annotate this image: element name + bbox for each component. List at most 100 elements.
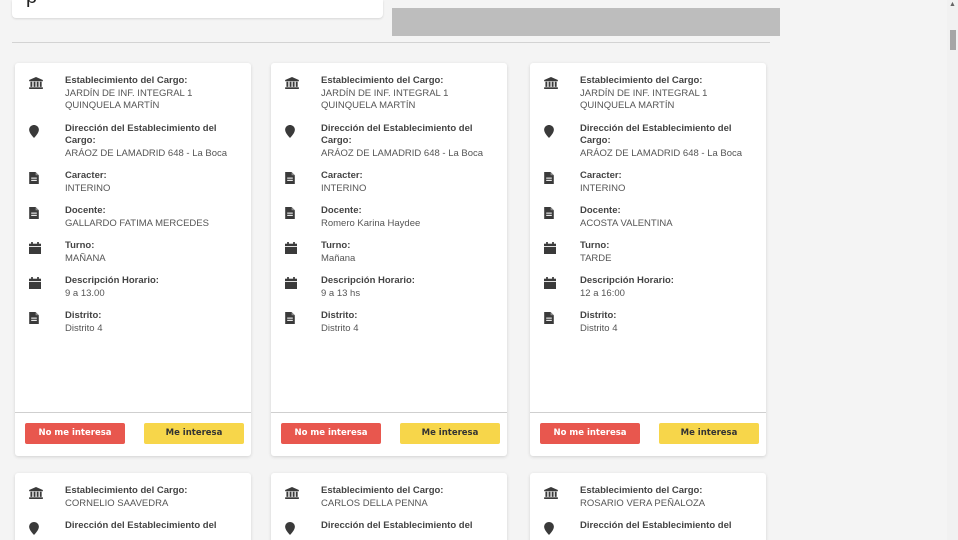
file-icon [285,207,301,219]
vertical-scrollbar[interactable]: ▲ [947,0,958,540]
field-direccion: Dirección del Establecimiento del [25,520,241,535]
label-direccion: Dirección del Establecimiento del [580,520,732,531]
search-text: p [26,0,37,9]
building-icon [544,487,560,499]
label-descripcion: Descripción Horario: [580,275,674,286]
location-pin-icon [544,125,560,138]
field-distrito: Distrito: Distrito 4 [25,310,241,335]
label-establecimiento: Establecimiento del Cargo: [321,75,444,86]
location-pin-icon [544,522,560,535]
no-me-interesa-button[interactable]: No me interesa [281,423,381,444]
scroll-up-arrow-icon[interactable]: ▲ [949,1,956,9]
location-pin-icon [285,522,301,535]
gray-banner [392,8,780,36]
card-3: Establecimiento del Cargo: JARDÍN DE INF.… [530,63,766,456]
field-direccion: Dirección del Establecimiento del Cargo:… [540,123,756,161]
value-turno: TARDE [580,252,612,264]
field-turno: Turno: Mañana [281,240,497,265]
file-icon [29,207,45,219]
divider [12,42,770,43]
field-descripcion: Descripción Horario: 9 a 13.00 [25,275,241,300]
value-establecimiento: JARDÍN DE INF. INTEGRAL 1 QUINQUELA MART… [580,87,708,112]
field-descripcion: Descripción Horario: 9 a 13 hs [281,275,497,300]
me-interesa-button[interactable]: Me interesa [144,423,244,444]
calendar-icon [285,242,301,254]
card-6: Establecimiento del Cargo: ROSARIO VERA P… [530,473,766,540]
label-caracter: Caracter: [580,170,622,181]
field-caracter: Caracter: INTERINO [540,170,756,195]
label-direccion: Dirección del Establecimiento del [65,520,217,531]
label-distrito: Distrito: [580,310,617,321]
file-icon [29,172,45,184]
field-direccion: Dirección del Establecimiento del [281,520,497,535]
value-direccion: ARÁOZ DE LAMADRID 648 - La Boca [65,147,228,159]
label-establecimiento: Establecimiento del Cargo: [65,75,188,86]
file-icon [544,172,560,184]
calendar-icon [29,242,45,254]
label-establecimiento: Establecimiento del Cargo: [580,485,703,496]
value-caracter: INTERINO [321,182,367,194]
calendar-icon [29,277,45,289]
no-me-interesa-button[interactable]: No me interesa [25,423,125,444]
label-direccion: Dirección del Establecimiento del [321,520,473,531]
card-1: Establecimiento del Cargo: JARDÍN DE INF.… [15,63,251,456]
file-icon [544,312,560,324]
card-5: Establecimiento del Cargo: CARLOS DELLA P… [271,473,507,540]
file-icon [544,207,560,219]
label-distrito: Distrito: [65,310,102,321]
field-direccion: Dirección del Establecimiento del [540,520,756,535]
field-establecimiento: Establecimiento del Cargo: JARDÍN DE INF.… [540,75,756,113]
value-turno: MAÑANA [65,252,106,264]
label-establecimiento: Establecimiento del Cargo: [65,485,188,496]
value-distrito: Distrito 4 [580,322,618,334]
value-establecimiento: ROSARIO VERA PEÑALOZA [580,497,706,509]
value-establecimiento: JARDÍN DE INF. INTEGRAL 1 QUINQUELA MART… [321,87,449,112]
field-caracter: Caracter: INTERINO [281,170,497,195]
no-me-interesa-button[interactable]: No me interesa [540,423,640,444]
value-descripcion: 9 a 13 hs [321,287,361,299]
label-establecimiento: Establecimiento del Cargo: [321,485,444,496]
file-icon [285,172,301,184]
field-descripcion: Descripción Horario: 12 a 16:00 [540,275,756,300]
value-descripcion: 9 a 13.00 [65,287,105,299]
calendar-icon [544,277,560,289]
value-direccion: ARÁOZ DE LAMADRID 648 - La Boca [321,147,484,159]
field-establecimiento: Establecimiento del Cargo: JARDÍN DE INF.… [281,75,497,113]
label-descripcion: Descripción Horario: [321,275,415,286]
field-caracter: Caracter: INTERINO [25,170,241,195]
label-distrito: Distrito: [321,310,358,321]
building-icon [29,77,45,89]
field-docente: Docente: ACOSTA VALENTINA [540,205,756,230]
value-establecimiento: CARLOS DELLA PENNA [321,497,428,509]
search-box[interactable]: p [12,0,383,18]
location-pin-icon [285,125,301,138]
me-interesa-button[interactable]: Me interesa [659,423,759,444]
me-interesa-button[interactable]: Me interesa [400,423,500,444]
location-pin-icon [29,125,45,138]
field-establecimiento: Establecimiento del Cargo: ROSARIO VERA P… [540,485,756,510]
file-icon [285,312,301,324]
value-caracter: INTERINO [65,182,111,194]
card-footer: No me interesa Me interesa [15,412,251,456]
building-icon [29,487,45,499]
label-direccion: Dirección del Establecimiento del Cargo: [321,122,473,147]
value-docente: GALLARDO FATIMA MERCEDES [65,217,209,229]
label-docente: Docente: [65,205,106,216]
field-turno: Turno: TARDE [540,240,756,265]
label-docente: Docente: [321,205,362,216]
label-turno: Turno: [321,240,351,251]
building-icon [544,77,560,89]
calendar-icon [544,242,560,254]
value-distrito: Distrito 4 [321,322,359,334]
card-footer: No me interesa Me interesa [271,412,507,456]
value-distrito: Distrito 4 [65,322,103,334]
value-descripcion: 12 a 16:00 [580,287,625,299]
value-direccion: ARÁOZ DE LAMADRID 648 - La Boca [580,147,743,159]
file-icon [29,312,45,324]
value-docente: ACOSTA VALENTINA [580,217,673,229]
value-turno: Mañana [321,252,356,264]
building-icon [285,487,301,499]
value-caracter: INTERINO [580,182,626,194]
label-caracter: Caracter: [65,170,107,181]
scrollbar-thumb[interactable] [950,30,956,50]
